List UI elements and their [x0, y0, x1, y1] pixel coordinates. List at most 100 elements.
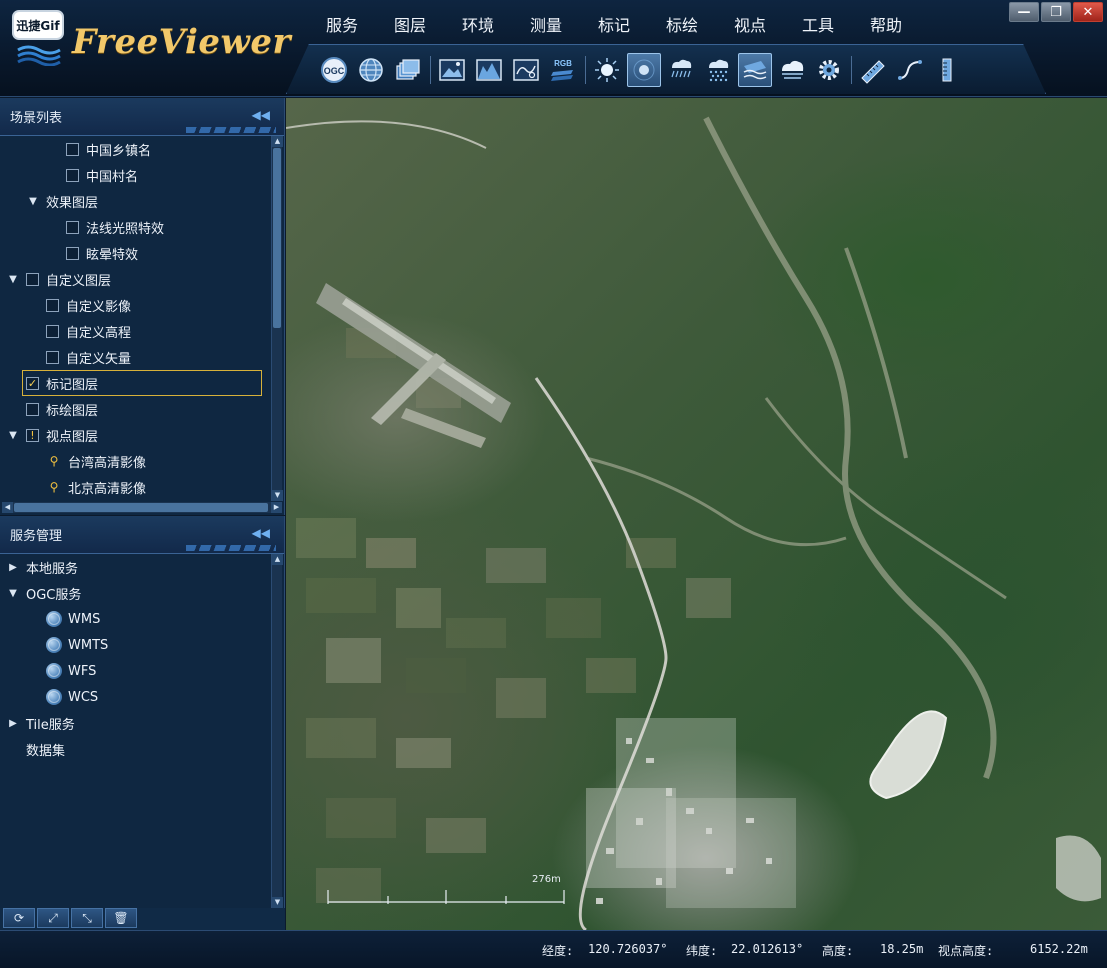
checkbox[interactable] [66, 220, 79, 234]
tree-item-selected[interactable]: ✓ 标记图层 [0, 370, 270, 396]
image-layer-button[interactable] [435, 53, 469, 87]
tree-item-label: WFS [68, 663, 97, 679]
tree-item[interactable]: 中国村名 [0, 162, 270, 188]
tree-item-label: WMTS [68, 637, 109, 653]
minimize-button[interactable]: — [1009, 2, 1039, 22]
scroll-down-icon[interactable]: ▼ [272, 897, 283, 908]
scroll-down-icon[interactable]: ▼ [272, 490, 283, 501]
refresh-button[interactable]: ⟳ [3, 908, 35, 928]
checkbox[interactable] [46, 298, 59, 312]
height-measure-button[interactable] [930, 53, 964, 87]
checkbox[interactable] [26, 272, 39, 286]
terrain-button[interactable] [472, 53, 506, 87]
restore-button[interactable]: ❐ [1041, 2, 1071, 22]
close-button[interactable]: ✕ [1073, 2, 1103, 22]
tree-item[interactable]: 自定义高程 [0, 318, 270, 344]
viewpoint-folder-icon[interactable]: ! [26, 428, 39, 442]
tree-group[interactable]: ▼ ! 视点图层 [0, 422, 270, 448]
tree-item-label: 法线光照特效 [86, 221, 165, 237]
expand-arrow-icon[interactable]: ▼ [26, 196, 40, 207]
expand-arrow-icon[interactable]: ▼ [6, 274, 20, 285]
scroll-left-icon[interactable]: ◀ [2, 502, 13, 513]
atmosphere-button[interactable] [627, 52, 661, 87]
svg-text:RGB: RGB [554, 59, 572, 68]
sun-button[interactable] [590, 53, 624, 87]
snow-button[interactable] [701, 53, 735, 87]
cloud-button[interactable] [775, 53, 809, 87]
tree-item[interactable]: WFS [0, 658, 270, 684]
menu-service[interactable]: 服务 [308, 8, 376, 40]
tree-item[interactable]: WCS [0, 684, 270, 710]
menu-plot[interactable]: 标绘 [648, 8, 716, 40]
path-measure-icon [898, 59, 922, 80]
image-icon [439, 58, 465, 81]
tree-item[interactable]: 中国乡镇名 [0, 136, 270, 162]
tree-item[interactable]: 自定义影像 [0, 292, 270, 318]
checkbox[interactable] [66, 142, 79, 156]
layers-button[interactable] [391, 53, 425, 87]
tree-item[interactable]: 标绘图层 [0, 396, 270, 422]
latitude-label: 纬度: [686, 944, 718, 958]
ogc-button[interactable]: OGC [317, 53, 351, 87]
tree-group[interactable]: ▼ 效果图层 [0, 188, 270, 214]
title-bar: 迅捷Gif FreeViewer 服务 图层 环境 测量 标记 标绘 视点 工具… [0, 0, 1107, 97]
tree-item-label: 本地服务 [26, 561, 79, 577]
collapsed-arrow-icon[interactable]: ▶ [6, 718, 20, 729]
tree-item[interactable]: WMS [0, 606, 270, 632]
ruler-icon [861, 59, 885, 84]
water-button[interactable] [738, 52, 772, 87]
atmosphere-icon [633, 59, 655, 80]
tree-item[interactable]: WMTS [0, 632, 270, 658]
scene-panel-title: 场景列表 [10, 111, 63, 126]
tree-group[interactable]: ▼ 自定义图层 [0, 266, 270, 292]
tree-item[interactable]: ⚲ 北京高清影像 [0, 474, 270, 500]
scroll-thumb[interactable] [273, 148, 281, 328]
expand-arrow-icon[interactable]: ▼ [6, 430, 20, 441]
menu-layer[interactable]: 图层 [376, 8, 444, 40]
expand-arrow-icon[interactable]: ▼ [6, 588, 20, 599]
globe-button[interactable] [354, 53, 388, 87]
menu-marker[interactable]: 标记 [580, 8, 648, 40]
checkbox[interactable] [66, 168, 79, 182]
tree-group[interactable]: ▼ OGC服务 [0, 580, 270, 606]
collapse-panel-icon[interactable]: ◀◀ [252, 526, 270, 540]
tree-item[interactable]: ⚲ 台湾高清影像 [0, 448, 270, 474]
settings-button[interactable] [812, 53, 846, 87]
height-label: 高度: [822, 944, 854, 958]
rain-button[interactable] [664, 53, 698, 87]
collapsed-arrow-icon[interactable]: ▶ [6, 562, 20, 573]
menu-environment[interactable]: 环境 [444, 8, 512, 40]
scene-horizontal-scrollbar[interactable]: ◀ ▶ [2, 502, 282, 513]
menu-measure[interactable]: 测量 [512, 8, 580, 40]
checkbox[interactable] [46, 324, 59, 338]
tree-group[interactable]: ▶ Tile服务 [0, 710, 270, 736]
scroll-up-icon[interactable]: ▲ [272, 136, 283, 147]
scene-vertical-scrollbar[interactable]: ▲ ▼ [271, 136, 283, 501]
path-measure-button[interactable] [893, 53, 927, 87]
checkbox[interactable] [66, 246, 79, 260]
scroll-up-icon[interactable]: ▲ [272, 554, 283, 565]
scroll-thumb[interactable] [14, 503, 268, 512]
tree-item[interactable]: 数据集 [0, 736, 270, 762]
tree-item-label: 自定义影像 [66, 299, 132, 315]
scene-list-panel: 场景列表 ◀◀ 中国乡镇名 中国村名 ▼ 效果图层 法线光照特效 眩晕特效 ▼ … [0, 98, 285, 515]
collapse-all-button[interactable]: ⤡ [71, 908, 103, 928]
service-vertical-scrollbar[interactable]: ▲ ▼ [271, 554, 283, 908]
checkbox[interactable] [26, 402, 39, 416]
tree-group[interactable]: ▶ 本地服务 [0, 554, 270, 580]
tree-item[interactable]: 法线光照特效 [0, 214, 270, 240]
delete-button[interactable]: 🗑 [105, 908, 137, 928]
menu-viewpoint[interactable]: 视点 [716, 8, 784, 40]
expand-all-button[interactable]: ⤢ [37, 908, 69, 928]
map-view[interactable]: 276m [286, 98, 1107, 930]
collapse-panel-icon[interactable]: ◀◀ [252, 108, 270, 122]
tree-item[interactable]: 自定义矢量 [0, 344, 270, 370]
checkbox[interactable] [46, 350, 59, 364]
rgb-button[interactable]: RGB [546, 53, 580, 87]
scroll-right-icon[interactable]: ▶ [271, 502, 282, 513]
menu-tools[interactable]: 工具 [784, 8, 852, 40]
vector-map-button[interactable] [509, 53, 543, 87]
tree-item[interactable]: 眩晕特效 [0, 240, 270, 266]
menu-help[interactable]: 帮助 [852, 8, 920, 40]
ruler-button[interactable] [856, 53, 890, 87]
